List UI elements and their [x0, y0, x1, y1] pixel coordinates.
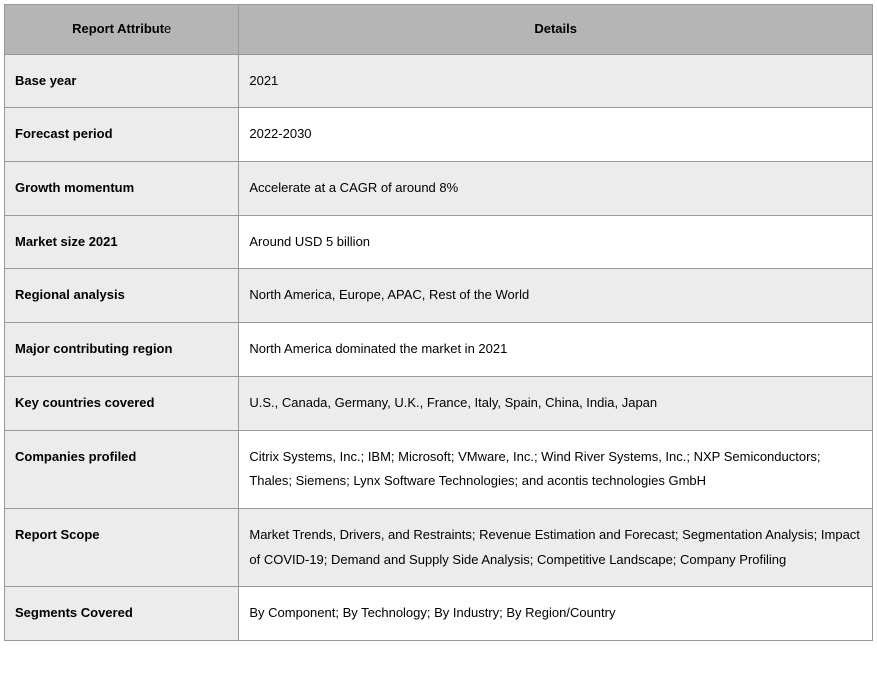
row-detail: U.S., Canada, Germany, U.K., France, Ita…: [239, 376, 873, 430]
row-detail: Accelerate at a CAGR of around 8%: [239, 162, 873, 216]
table-row: Report ScopeMarket Trends, Drivers, and …: [5, 508, 873, 586]
header-attr-bold: Report Attribut: [72, 21, 164, 36]
header-attribute: Report Attribute: [5, 5, 239, 55]
table-row: Regional analysisNorth America, Europe, …: [5, 269, 873, 323]
row-attribute: Regional analysis: [5, 269, 239, 323]
row-detail: 2021: [239, 54, 873, 108]
table-row: Companies profiledCitrix Systems, Inc.; …: [5, 430, 873, 508]
table-row: Base year2021: [5, 54, 873, 108]
row-detail: Market Trends, Drivers, and Restraints; …: [239, 508, 873, 586]
table-header-row: Report Attribute Details: [5, 5, 873, 55]
report-attribute-table: Report Attribute Details Base year2021Fo…: [4, 4, 873, 641]
row-detail: 2022-2030: [239, 108, 873, 162]
row-attribute: Companies profiled: [5, 430, 239, 508]
row-attribute: Market size 2021: [5, 215, 239, 269]
row-attribute: Report Scope: [5, 508, 239, 586]
table-row: Major contributing regionNorth America d…: [5, 323, 873, 377]
header-attr-trail: e: [164, 21, 171, 36]
table-row: Key countries coveredU.S., Canada, Germa…: [5, 376, 873, 430]
table-body: Base year2021Forecast period2022-2030Gro…: [5, 54, 873, 640]
row-attribute: Key countries covered: [5, 376, 239, 430]
table-row: Forecast period2022-2030: [5, 108, 873, 162]
row-detail: North America dominated the market in 20…: [239, 323, 873, 377]
row-detail: North America, Europe, APAC, Rest of the…: [239, 269, 873, 323]
row-attribute: Major contributing region: [5, 323, 239, 377]
table-row: Growth momentumAccelerate at a CAGR of a…: [5, 162, 873, 216]
row-detail: Around USD 5 billion: [239, 215, 873, 269]
row-attribute: Base year: [5, 54, 239, 108]
table-row: Segments CoveredBy Component; By Technol…: [5, 587, 873, 641]
row-attribute: Forecast period: [5, 108, 239, 162]
table-row: Market size 2021Around USD 5 billion: [5, 215, 873, 269]
row-attribute: Segments Covered: [5, 587, 239, 641]
row-detail: Citrix Systems, Inc.; IBM; Microsoft; VM…: [239, 430, 873, 508]
row-attribute: Growth momentum: [5, 162, 239, 216]
header-details: Details: [239, 5, 873, 55]
row-detail: By Component; By Technology; By Industry…: [239, 587, 873, 641]
